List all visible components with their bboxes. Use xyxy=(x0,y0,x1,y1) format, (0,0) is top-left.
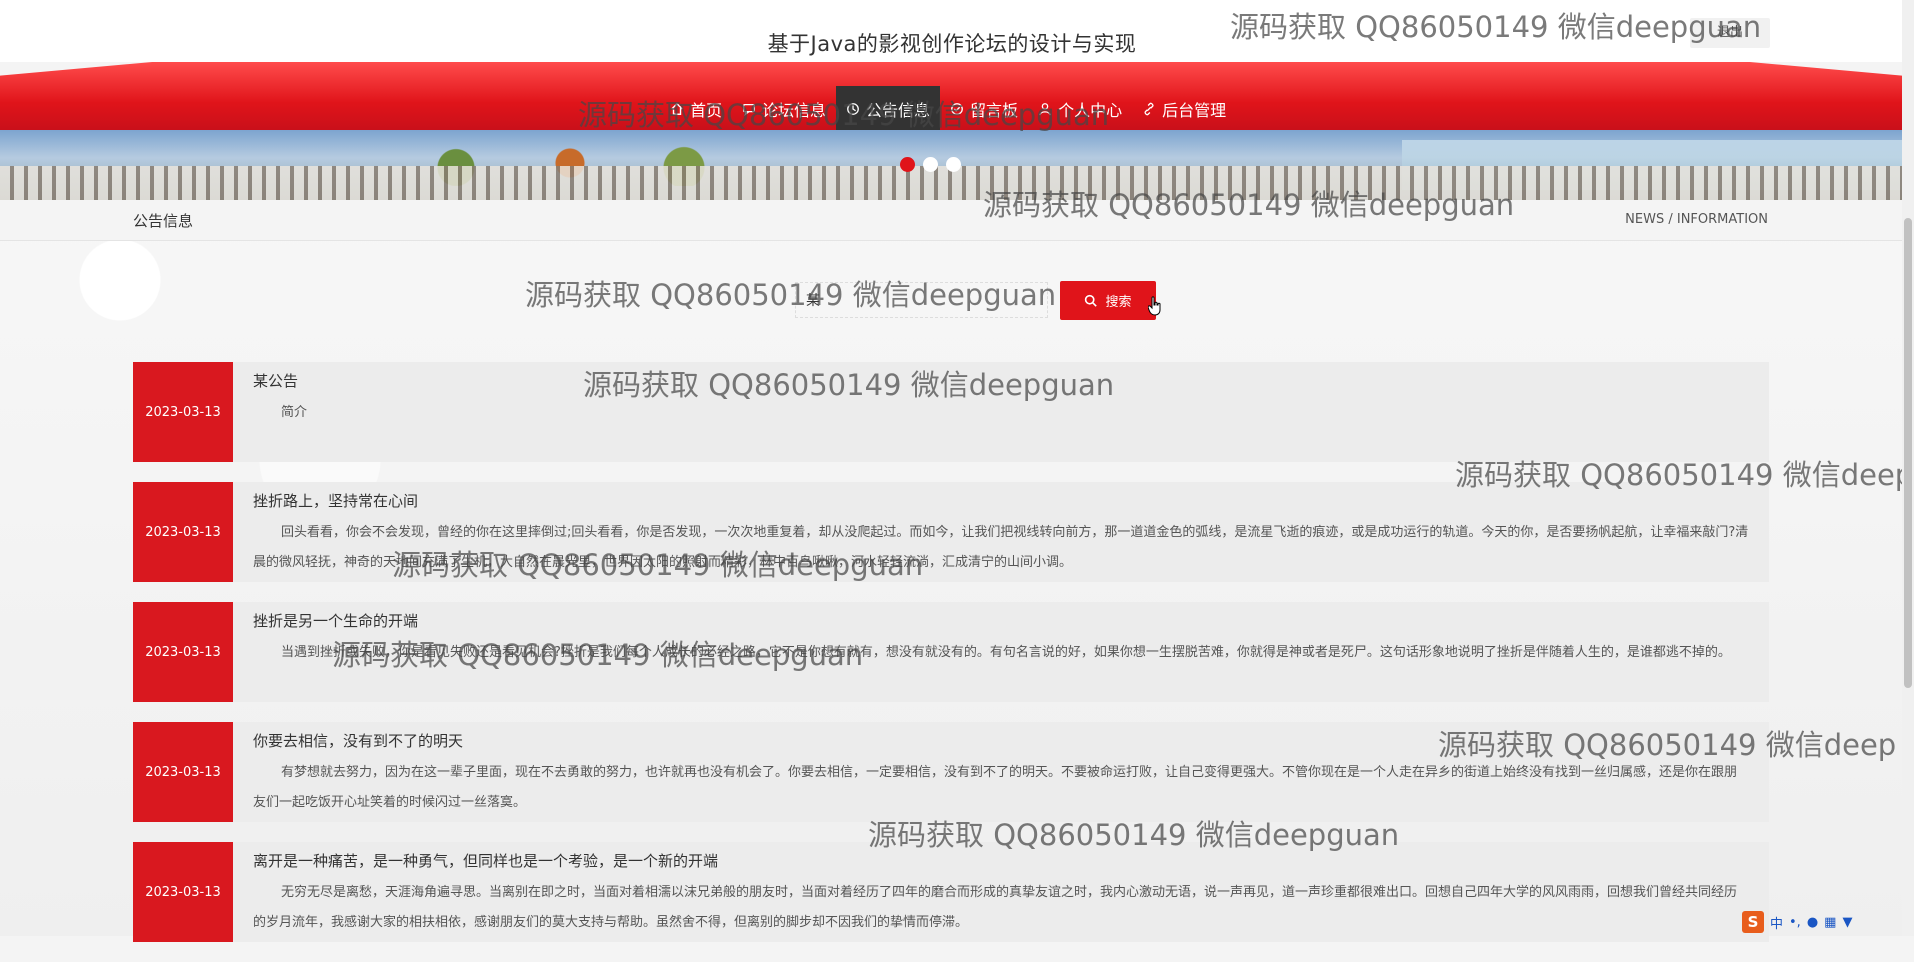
microphone-icon[interactable]: ● xyxy=(1807,915,1818,930)
search-button-label: 搜索 xyxy=(1105,295,1132,310)
carousel-dot[interactable] xyxy=(946,157,961,172)
news-summary: 当遇到挫折或失败，你是看见失败还是看见机会?挫折是我们每个人成长的必经之路，它不… xyxy=(281,645,1731,660)
site-title: 基于Java的影视创作论坛的设计与实现 xyxy=(767,32,1137,56)
nav-item-announcements[interactable]: 公告信息 xyxy=(836,86,941,132)
news-item[interactable]: 2023-03-13 挫折是另一个生命的开端 当遇到挫折或失败，你是看见失败还是… xyxy=(133,602,1769,702)
search-input[interactable] xyxy=(795,282,1048,318)
carousel-indicators xyxy=(900,157,961,172)
section-subtitle: NEWS / INFORMATION xyxy=(1625,212,1768,227)
nav-item-profile[interactable]: 个人中心 xyxy=(1028,86,1132,132)
ime-mode-label[interactable]: 中 xyxy=(1770,913,1783,932)
skin-icon[interactable]: ▼ xyxy=(1842,915,1852,930)
news-summary: 无穷无尽是离愁，天涯海角遍寻思。当离别在即之时，当面对着相濡以沫兄弟般的朋友时，… xyxy=(253,885,1738,930)
carousel-dot[interactable] xyxy=(900,157,915,172)
hand-cursor-icon xyxy=(1148,296,1161,316)
carousel-dot[interactable] xyxy=(923,157,938,172)
nav-item-label: 论坛信息 xyxy=(762,101,827,120)
forum-icon xyxy=(743,103,755,116)
news-title[interactable]: 挫折路上，坚持常在心间 xyxy=(253,490,418,511)
news-title[interactable]: 离开是一种痛苦，是一种勇气，但同样也是一个考验，是一个新的开端 xyxy=(253,850,718,871)
punctuation-icon[interactable]: •, xyxy=(1789,915,1801,930)
news-item[interactable]: 2023-03-13 你要去相信，没有到不了的明天 有梦想就去努力，因为在这一辈… xyxy=(133,722,1769,822)
clock-icon xyxy=(847,103,859,115)
nav-item-admin[interactable]: 后台管理 xyxy=(1132,86,1236,132)
search-button[interactable]: 搜索 xyxy=(1060,281,1156,320)
sogou-ime-icon[interactable]: S xyxy=(1742,911,1764,933)
section-header: 公告信息 NEWS / INFORMATION xyxy=(0,200,1902,241)
home-icon xyxy=(671,102,683,115)
top-header: 基于Java的影视创作论坛的设计与实现 退出 xyxy=(0,0,1914,62)
news-summary: 回头看看，你会不会发现，曾经的你在这里摔倒过;回头看看，你是否发现，一次次地重复… xyxy=(253,525,1749,570)
nav-item-label: 后台管理 xyxy=(1162,101,1227,120)
news-title[interactable]: 挫折是另一个生命的开端 xyxy=(253,610,418,631)
news-date: 2023-03-13 xyxy=(133,722,233,822)
section-title: 公告信息 xyxy=(133,212,194,230)
logout-button[interactable]: 退出 xyxy=(1690,18,1770,48)
user-icon xyxy=(1039,103,1051,116)
nav-item-label: 公告信息 xyxy=(866,101,931,120)
nav-menu: 首页 论坛信息 公告信息 留言板 个人中心 后台管理 xyxy=(660,86,1236,132)
nav-item-home[interactable]: 首页 xyxy=(660,86,732,132)
news-date: 2023-03-13 xyxy=(133,482,233,582)
news-date: 2023-03-13 xyxy=(133,602,233,702)
nav-item-label: 留言板 xyxy=(970,101,1019,120)
nav-item-label: 个人中心 xyxy=(1058,101,1123,120)
ime-toolbar: S 中 •, ● ▦ ▼ xyxy=(1742,910,1852,934)
news-item[interactable]: 2023-03-13 挫折路上，坚持常在心间 回头看看，你会不会发现，曾经的你在… xyxy=(133,482,1769,582)
nav-item-message-board[interactable]: 留言板 xyxy=(940,86,1028,132)
search-icon xyxy=(1085,294,1098,307)
news-date: 2023-03-13 xyxy=(133,362,233,462)
news-item[interactable]: 2023-03-13 某公告 简介 xyxy=(133,362,1769,462)
keyboard-icon[interactable]: ▦ xyxy=(1824,915,1836,930)
nav-item-forum[interactable]: 论坛信息 xyxy=(732,86,836,132)
message-icon xyxy=(951,103,963,115)
link-icon xyxy=(1144,102,1154,116)
nav-item-label: 首页 xyxy=(690,101,723,120)
news-title[interactable]: 某公告 xyxy=(253,370,298,391)
news-item[interactable]: 2023-03-13 离开是一种痛苦，是一种勇气，但同样也是一个考验，是一个新的… xyxy=(133,842,1769,942)
scrollbar-thumb[interactable] xyxy=(1904,218,1912,688)
news-title[interactable]: 你要去相信，没有到不了的明天 xyxy=(253,730,463,751)
news-summary: 简介 xyxy=(281,405,308,420)
news-date: 2023-03-13 xyxy=(133,842,233,942)
page-scrollbar[interactable] xyxy=(1902,0,1914,936)
news-list: 2023-03-13 某公告 简介 2023-03-13 挫折路上，坚持常在心间… xyxy=(133,362,1769,962)
news-summary: 有梦想就去努力，因为在这一辈子里面，现在不去勇敢的努力，也许就再也没有机会了。你… xyxy=(253,765,1738,810)
